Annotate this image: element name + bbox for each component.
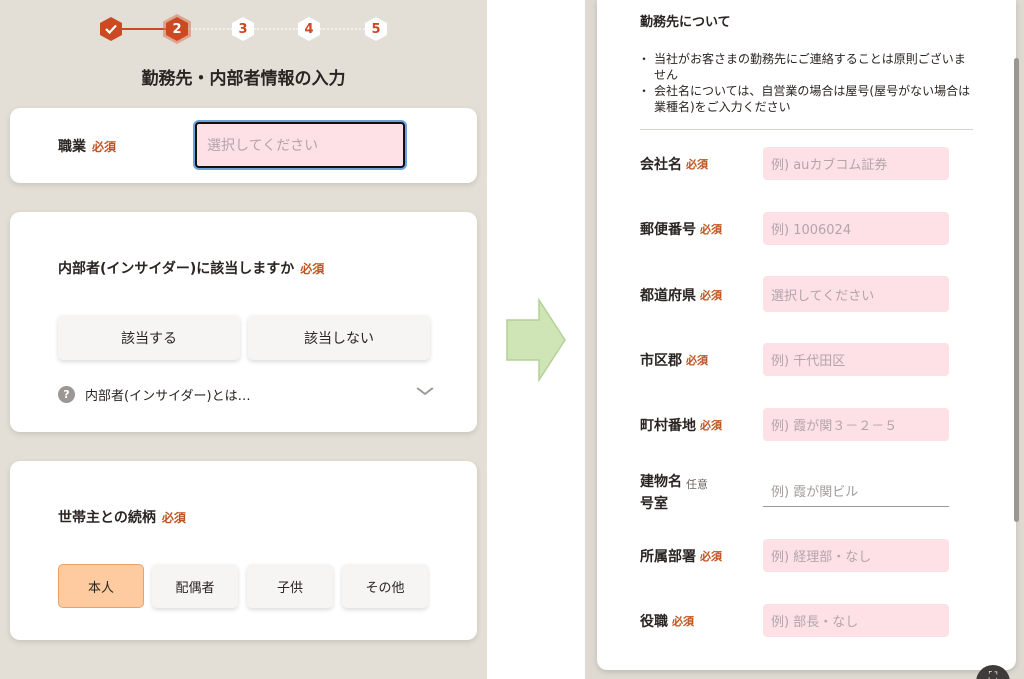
- street-label: 町村番地: [640, 418, 696, 434]
- position-label-group: 役職 必須: [640, 611, 694, 631]
- prefecture-label: 都道府県: [640, 288, 696, 304]
- step-5: 5: [365, 17, 387, 41]
- postal-code-label-group: 郵便番号 必須: [640, 219, 722, 239]
- postal-code-placeholder: 例) 1006024: [771, 223, 852, 238]
- step-4: 4: [298, 17, 320, 41]
- required-badge: 必須: [700, 419, 722, 432]
- employer-note: 会社名については、自営業の場合は屋号(屋号がない場合は業種名)をご入力ください: [638, 83, 975, 115]
- company-name-label-group: 会社名 必須: [640, 154, 708, 174]
- building-label-group: 建物名 号室 任意: [640, 471, 708, 515]
- required-badge: 必須: [92, 140, 117, 154]
- street-input[interactable]: 例) 霞が関３－２－５: [763, 408, 949, 441]
- insider-help-text: 内部者(インサイダー)とは…: [85, 388, 251, 404]
- position-input[interactable]: 例) 部長・なし: [763, 604, 949, 637]
- step-connector: [188, 28, 232, 30]
- position-label: 役職: [640, 614, 668, 630]
- prefecture-select[interactable]: 選択してください: [763, 276, 949, 312]
- employer-note: 当社がお客さまの勤務先にご連絡することは原則ございません: [638, 51, 975, 83]
- optional-badge: 任意: [686, 478, 708, 491]
- right-arrow-icon: [506, 298, 566, 382]
- building-input[interactable]: 例) 霞が関ビル: [763, 474, 949, 507]
- building-label: 建物名 号室: [640, 471, 682, 515]
- department-label: 所属部署: [640, 549, 696, 565]
- insider-yes-button[interactable]: 該当する: [58, 315, 240, 360]
- occupation-placeholder: 選択してください: [207, 138, 319, 154]
- occupation-label-group: 職業 必須: [58, 136, 116, 156]
- page-title: 勤務先・内部者情報の入力: [141, 69, 346, 89]
- prefecture-placeholder: 選択してください: [771, 288, 875, 304]
- required-badge: 必須: [686, 354, 708, 367]
- building-placeholder: 例) 霞が関ビル: [771, 484, 859, 500]
- step-connector: [122, 28, 166, 30]
- insider-help-toggle[interactable]: ? 内部者(インサイダー)とは…: [58, 384, 434, 404]
- postal-code-label: 郵便番号: [640, 222, 696, 238]
- department-placeholder: 例) 経理部・なし: [771, 550, 872, 565]
- company-name-placeholder: 例) auカブコム証券: [771, 158, 888, 173]
- street-placeholder: 例) 霞が関３－２－５: [771, 419, 898, 434]
- required-badge: 必須: [686, 158, 708, 171]
- required-badge: 必須: [700, 223, 722, 236]
- required-badge: 必須: [700, 550, 722, 563]
- street-label-group: 町村番地 必須: [640, 415, 722, 435]
- relationship-label-group: 世帯主との続柄 必須: [58, 507, 186, 527]
- occupation-card: 職業 必須 選択してください: [10, 108, 477, 183]
- department-label-group: 所属部署 必須: [640, 546, 722, 566]
- employer-section-title: 勤務先について: [640, 15, 731, 30]
- company-name-input[interactable]: 例) auカブコム証券: [763, 147, 949, 180]
- relationship-option-child[interactable]: 子供: [247, 564, 333, 608]
- department-input[interactable]: 例) 経理部・なし: [763, 539, 949, 572]
- chevron-down-icon: [416, 385, 434, 400]
- divider: [640, 129, 973, 130]
- employer-notes: 当社がお客さまの勤務先にご連絡することは原則ございません 会社名については、自営…: [638, 51, 975, 115]
- question-circle-icon: ?: [58, 385, 75, 403]
- scrollbar[interactable]: [1014, 58, 1019, 522]
- checkmark-icon: [105, 24, 117, 34]
- left-form-panel: 2 3 4 5 勤務先・内部者情報の入力 職業 必須 選択してください 内部者(イ…: [0, 0, 487, 679]
- step-connector: [320, 28, 365, 30]
- city-label-group: 市区郡 必須: [640, 350, 708, 370]
- required-badge: 必須: [300, 262, 325, 276]
- relationship-label: 世帯主との続柄: [58, 510, 156, 526]
- occupation-label: 職業: [58, 139, 86, 155]
- insider-no-button[interactable]: 該当しない: [248, 315, 430, 360]
- building-label-line1: 建物名: [640, 474, 682, 490]
- progress-stepper: 2 3 4 5: [100, 14, 390, 44]
- required-badge: 必須: [161, 511, 186, 525]
- relationship-option-self[interactable]: 本人: [58, 564, 144, 608]
- prefecture-label-group: 都道府県 必須: [640, 285, 722, 305]
- relationship-option-other[interactable]: その他: [342, 564, 428, 608]
- step-1-done: [100, 17, 122, 41]
- position-placeholder: 例) 部長・なし: [771, 615, 859, 630]
- city-input[interactable]: 例) 千代田区: [763, 343, 949, 376]
- step-connector: [254, 28, 298, 30]
- company-name-label: 会社名: [640, 157, 682, 173]
- required-badge: 必須: [700, 289, 722, 302]
- insider-card: 内部者(インサイダー)に該当しますか 必須 該当する 該当しない ? 内部者(イン…: [10, 212, 477, 432]
- occupation-select[interactable]: 選択してください: [195, 122, 405, 168]
- step-3: 3: [232, 17, 254, 41]
- required-badge: 必須: [672, 615, 694, 628]
- relationship-card: 世帯主との続柄 必須 本人 配偶者 子供 その他: [10, 461, 477, 640]
- relationship-option-spouse[interactable]: 配偶者: [152, 564, 238, 608]
- insider-question-group: 内部者(インサイダー)に該当しますか 必須: [58, 258, 324, 278]
- building-label-line2: 号室: [640, 496, 668, 512]
- city-placeholder: 例) 千代田区: [771, 354, 846, 369]
- city-label: 市区郡: [640, 353, 682, 369]
- postal-code-input[interactable]: 例) 1006024: [763, 212, 949, 245]
- insider-question: 内部者(インサイダー)に該当しますか: [58, 261, 295, 277]
